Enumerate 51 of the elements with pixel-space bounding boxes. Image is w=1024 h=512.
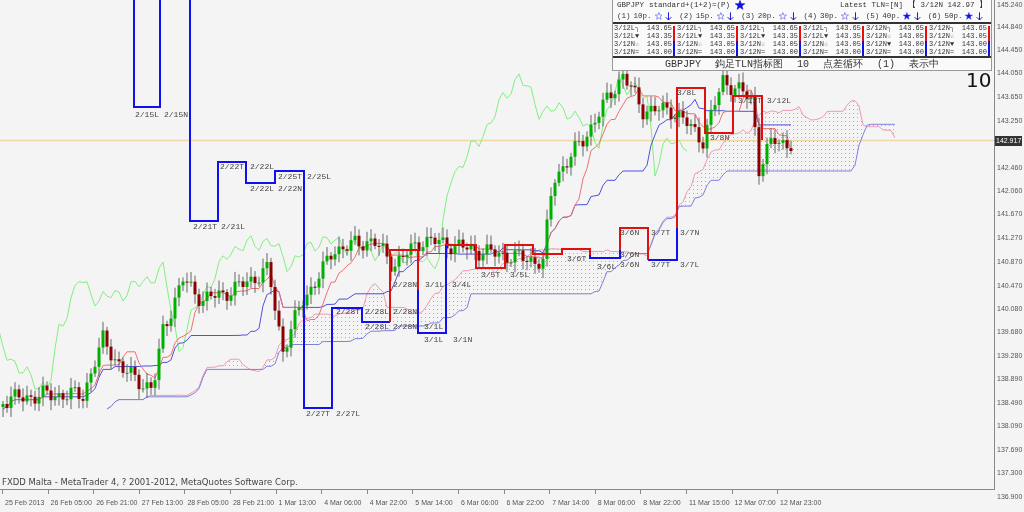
down-arrow-icon (976, 10, 984, 22)
tln-label: 3/12L (767, 96, 791, 105)
index-label: (1) (877, 58, 896, 70)
tln-label: 2/25L (307, 172, 331, 181)
tln-label: 2/15N (164, 110, 188, 119)
tln-label: 3/1L (425, 280, 445, 289)
tln-label: 3/1L (424, 322, 444, 331)
tln-label: 3/7T (651, 228, 671, 237)
tln-label: 3/6N (620, 260, 640, 269)
copyright-text: FXDD Malta - MetaTrader 4, ? 2001-2012, MetaQuotes Software Corp. (2, 477, 298, 487)
tln-label: 3/8L (677, 88, 697, 97)
tln-label: 3/5T (481, 270, 501, 279)
tln-label: 3/7L (680, 260, 700, 269)
tln-label: 2/28N (393, 307, 417, 316)
tln-label: 2/22L (250, 184, 274, 193)
mode-label: 点差循环 (823, 57, 863, 71)
symbol-label: GBPJPY (664, 58, 701, 70)
tln-label: 3/6T (567, 254, 587, 263)
down-arrow-icon (851, 10, 859, 22)
tln-label: 3/4L (452, 280, 472, 289)
tln-label: 3/6N (620, 250, 640, 259)
status-label: 表示中 (909, 57, 940, 71)
down-arrow-icon (789, 10, 797, 22)
tln-label: 3/7N (680, 228, 700, 237)
tln-label: 2/21T (193, 222, 217, 231)
count-label: 10 (797, 58, 809, 70)
tln-label: 2/15L (135, 110, 159, 119)
tln-label: 3/1N (453, 335, 473, 344)
tln-label: 2/28T (336, 307, 360, 316)
tln-label: 3/7T (651, 260, 671, 269)
tln-label: 2/22T (220, 162, 244, 171)
tln-label: 2/28L (365, 307, 389, 316)
big-number: 10 (966, 70, 992, 90)
tln-label: 2/27T (306, 409, 330, 418)
down-arrow-icon (665, 10, 673, 22)
tln-label: 2/22N (278, 184, 302, 193)
tln-label: 3/8N (710, 133, 730, 142)
tln-label: 3/6L (597, 262, 617, 271)
tln-label: 2/28N (393, 322, 417, 331)
tln-label: 3/6N (620, 228, 640, 237)
tln-label: 2/25T (278, 172, 302, 181)
down-arrow-icon (727, 10, 735, 22)
tln-label: 2/22L (250, 162, 274, 171)
tln-label: 2/28L (365, 322, 389, 331)
tln-label: 2/28N (393, 280, 417, 289)
down-arrow-icon (913, 10, 921, 22)
tln-label: 3/1L (424, 335, 444, 344)
tln-label: 2/27L (336, 409, 360, 418)
indicator-title: 鈎足TLN指标图 (715, 58, 783, 71)
tln-label: 3/5L (510, 270, 530, 279)
tln-label: 2/21L (221, 222, 245, 231)
